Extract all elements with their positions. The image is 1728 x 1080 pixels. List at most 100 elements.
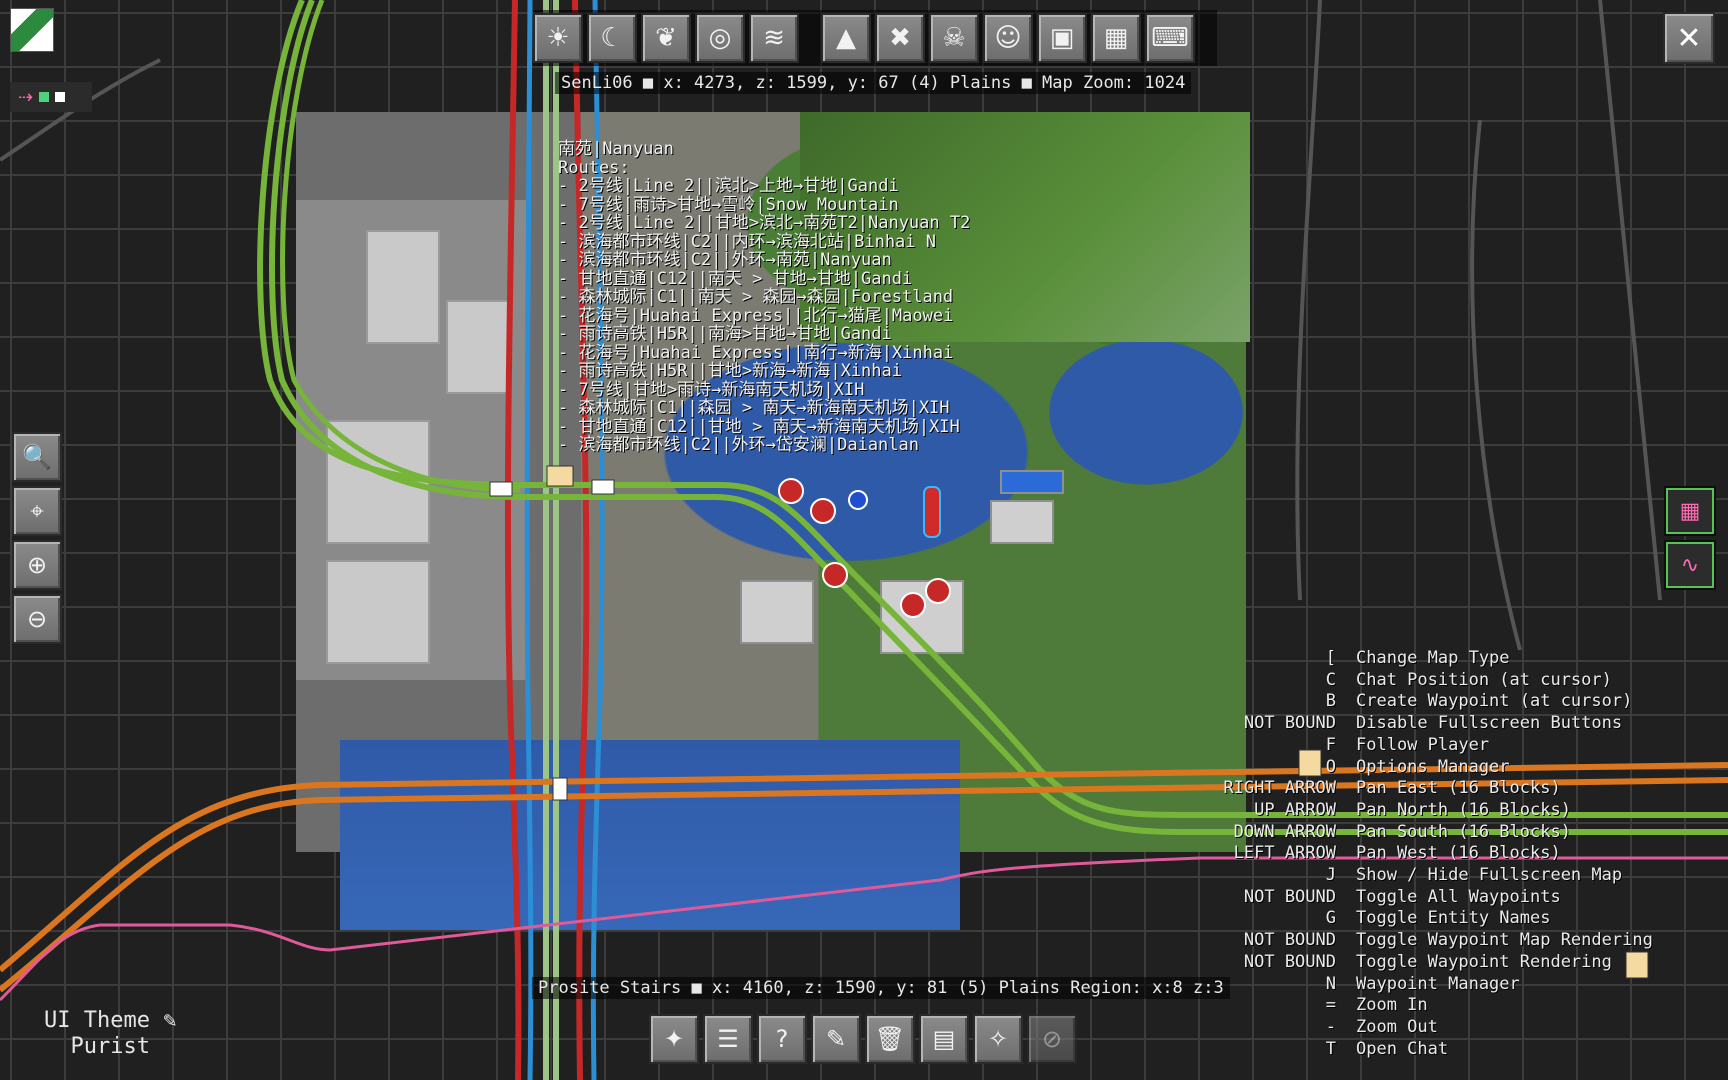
app-logo: [10, 8, 54, 52]
keybind-key: N: [1325, 973, 1336, 994]
waypoint-marker[interactable]: [778, 478, 804, 504]
entity-marker[interactable]: [923, 486, 941, 538]
layers-button[interactable]: ≋: [749, 13, 799, 63]
locate-button[interactable]: ⌖: [12, 486, 62, 536]
waypoint-marker[interactable]: [900, 592, 926, 618]
route-icon: ∿: [1680, 552, 1700, 578]
keybind-row: B Create Waypoint (at cursor): [1150, 691, 1653, 713]
keyboard-button[interactable]: ⌨: [1145, 13, 1195, 63]
mob-button[interactable]: ☠: [929, 13, 979, 63]
search-button[interactable]: 🔍: [12, 432, 62, 482]
bottom-toolbar: ✦ ☰? ✎ 🗑 ▤ ✧ ⊘: [649, 1014, 1077, 1064]
close-button[interactable]: ✕: [1663, 12, 1715, 64]
keybind-row: C Chat Position (at cursor): [1150, 670, 1653, 692]
keybind-key: LEFT ARROW: [1233, 843, 1336, 864]
cat-icon: ☺: [994, 23, 1022, 53]
route-item: - 7号线|甘地>雨诗→新海南天机场|XIH: [558, 379, 865, 400]
help-button[interactable]: ?: [757, 1014, 807, 1064]
train-marker: [552, 777, 568, 801]
top-toolbar: ☀ ☾ ❦ ◎ ≋ ▲ ✖ ☠ ☺ ▣ ▦ ⌨: [533, 10, 1217, 66]
keybind-list: [Change Map Type C Chat Position (at curso…: [1150, 648, 1653, 1060]
grid-icon: ▦: [1103, 23, 1129, 53]
villager-icon: ▣: [1049, 23, 1075, 53]
legend-swatch-green: [39, 92, 50, 102]
cat-button[interactable]: ☺: [983, 13, 1033, 63]
grid-cross-button[interactable]: ✖: [875, 13, 925, 63]
keybind-key: NOT BOUND: [1243, 713, 1336, 734]
sliders-icon: ☰: [717, 1025, 739, 1053]
keybind-key: =: [1325, 995, 1336, 1016]
fire-button[interactable]: ▲: [821, 13, 871, 63]
rail-line-green: [280, 0, 521, 493]
sun-button[interactable]: ☀: [533, 13, 583, 63]
waypoint-marker[interactable]: [822, 562, 848, 588]
keybind-key: NOT BOUND: [1243, 951, 1336, 972]
keybind-action: Zoom In: [1356, 995, 1428, 1016]
waypoint-marker[interactable]: [810, 498, 836, 524]
villager-button[interactable]: ▣: [1037, 13, 1087, 63]
route-item: - 花海号|Huahai Express||南行→新海|Xinhai: [558, 342, 954, 363]
route-button[interactable]: ∿: [1664, 540, 1716, 590]
zoom-out-button[interactable]: ⊖: [12, 594, 62, 644]
keybind-row: RIGHT ARROW Pan East (16 Blocks): [1150, 778, 1653, 800]
ui-theme-selector[interactable]: UI Theme ✎ Purist: [44, 1008, 176, 1060]
route-item: - 甘地直通|C12||南天 > 甘地→甘地|Gandi: [558, 268, 913, 289]
trash-button[interactable]: 🗑: [865, 1014, 915, 1064]
grid-cross-icon: ✖: [889, 23, 911, 53]
keybind-key: NOT BOUND: [1243, 930, 1336, 951]
train-marker: [546, 465, 574, 487]
palette-button[interactable]: ✎: [811, 1014, 861, 1064]
sliders-button[interactable]: ☰: [703, 1014, 753, 1064]
keybind-key: J: [1325, 865, 1336, 886]
rail-map-button[interactable]: ▦: [1664, 486, 1716, 536]
routes-label: Routes:: [558, 157, 630, 178]
right-sidebar: ▦ ∿: [1664, 486, 1716, 590]
route-item: - 雨诗高铁|H5R||南海>甘地→甘地|Gandi: [558, 324, 892, 344]
keybind-key: [: [1325, 648, 1336, 668]
waypoint-marker[interactable]: [925, 578, 951, 604]
keybind-action: Toggle Entity Names: [1356, 908, 1551, 929]
keybind-key: DOWN ARROW: [1233, 821, 1336, 842]
rail-line-grey: [1295, 0, 1322, 601]
rail-line-red: [504, 0, 522, 1080]
keybind-row: LEFT ARROW Pan West (16 Blocks): [1150, 843, 1653, 865]
locate-icon: ⌖: [30, 497, 44, 525]
keybind-row: NOT BOUND Disable Fullscreen Buttons: [1150, 713, 1653, 735]
route-item: - 甘地直通|C12||甘地 > 南天→新海南天机场|XIH: [558, 416, 960, 437]
station-name: 南苑|Nanyuan: [558, 139, 674, 159]
leaf-button[interactable]: ❦: [641, 13, 691, 63]
status-player-location: SenLi06 ■ x: 4273, z: 1599, y: 67 (4) Pl…: [555, 72, 1192, 94]
rail-line-grey: [1470, 119, 1522, 651]
legend-swatch-white: [55, 92, 66, 102]
keybind-key: C: [1325, 669, 1336, 690]
disabled-button[interactable]: ⊘: [1027, 1014, 1077, 1064]
keybind-action: Toggle Waypoint Rendering: [1356, 951, 1612, 972]
keybind-row: NOT BOUND Toggle All Waypoints: [1150, 887, 1653, 909]
keybind-action: Pan East (16 Blocks): [1356, 778, 1561, 799]
wand-button[interactable]: ✧: [973, 1014, 1023, 1064]
help-icon: ?: [775, 1025, 789, 1053]
compass-button[interactable]: ✦: [649, 1014, 699, 1064]
keybind-row: DOWN ARROW Pan South (16 Blocks): [1150, 822, 1653, 844]
ui-theme-label: UI Theme ✎: [44, 1008, 177, 1033]
player-marker[interactable]: [848, 490, 868, 510]
rail-legend-icon: ⇢: [18, 86, 34, 108]
mob-icon: ☠: [942, 23, 966, 53]
grid-button[interactable]: ▦: [1091, 13, 1141, 63]
train-marker: [591, 479, 615, 495]
zoom-in-button[interactable]: ⊕: [12, 540, 62, 590]
moon-button[interactable]: ☾: [587, 13, 637, 63]
keybind-action: Pan North (16 Blocks): [1356, 799, 1571, 820]
fire-icon: ▲: [836, 23, 856, 53]
overlay-group: ▲ ✖ ☠ ☺ ▣ ▦ ⌨: [821, 10, 1195, 66]
cave-button[interactable]: ◎: [695, 13, 745, 63]
mini-legend[interactable]: ⇢: [10, 82, 92, 112]
keybind-action: Create Waypoint (at cursor): [1356, 691, 1633, 712]
keybind-action: Follow Player: [1356, 734, 1490, 755]
palette-icon: ✎: [825, 1025, 847, 1053]
route-item: - 雨诗高铁|H5R||甘地>新海→新海|Xinhai: [558, 361, 902, 381]
route-item: - 2号线|Line 2||甘地>滨北→南苑T2|Nanyuan T2: [558, 213, 971, 233]
route-list: - 2号线|Line 2||滨北>上地→甘地|Gandi - 7号线|雨诗>甘地→…: [558, 177, 970, 455]
document-button[interactable]: ▤: [919, 1014, 969, 1064]
route-item: - 2号线|Line 2||滨北>上地→甘地|Gandi: [558, 176, 899, 196]
